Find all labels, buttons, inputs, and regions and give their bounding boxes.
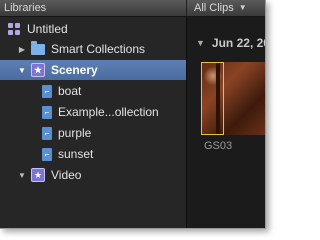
keyword-collection-icon: ⌐ xyxy=(42,105,52,119)
clip-filter-label: All Clips xyxy=(194,2,234,14)
sidebar-item-label: Smart Collections xyxy=(51,42,146,56)
sidebar-item-untitled[interactable]: Untitled xyxy=(0,19,186,39)
clip-name-label: GS03 xyxy=(204,140,233,152)
date-group-header[interactable]: ▼ Jun 22, 20 xyxy=(196,36,266,50)
sidebar-item-label: Video xyxy=(51,168,82,182)
sidebar-item-video[interactable]: ▼ ★ Video xyxy=(0,165,186,185)
sidebar-item-label: sunset xyxy=(58,147,94,161)
clip-filter-dropdown[interactable]: All Clips ▼ xyxy=(194,1,247,15)
sidebar-item-boat[interactable]: ⌐ boat xyxy=(0,81,186,101)
keyword-collection-icon: ⌐ xyxy=(42,147,52,161)
libraries-title: Libraries xyxy=(4,2,47,14)
disclosure-triangle-right-icon[interactable]: ▶ xyxy=(18,44,26,54)
sidebar-item-example-collection[interactable]: ⌐ Example...ollection xyxy=(0,102,186,122)
date-group-label: Jun 22, 20 xyxy=(211,36,266,50)
folder-icon xyxy=(31,40,45,55)
library-icon xyxy=(8,22,21,36)
library-sidebar: Untitled ▶ Smart Collections ▼ ★ Scenery… xyxy=(0,17,186,228)
event-star-icon: ★ xyxy=(31,168,45,182)
sidebar-item-label: Untitled xyxy=(27,22,68,36)
event-star-icon: ★ xyxy=(31,63,45,77)
clip-selection-range[interactable] xyxy=(201,62,224,135)
header-divider xyxy=(186,0,187,16)
sidebar-item-label: purple xyxy=(58,126,92,140)
disclosure-triangle-down-icon[interactable]: ▼ xyxy=(196,38,205,48)
sidebar-item-purple[interactable]: ⌐ purple xyxy=(0,123,186,143)
sidebar-item-smart-collections[interactable]: ▶ Smart Collections xyxy=(0,39,186,59)
disclosure-triangle-down-icon[interactable]: ▼ xyxy=(18,65,26,75)
libraries-window: Libraries All Clips ▼ Untitled ▶ Smart C… xyxy=(0,0,266,229)
keyword-collection-icon: ⌐ xyxy=(42,126,52,140)
keyword-collection-icon: ⌐ xyxy=(42,84,52,98)
disclosure-triangle-down-icon[interactable]: ▼ xyxy=(18,170,26,180)
header-bar: Libraries All Clips ▼ xyxy=(0,0,265,17)
sidebar-item-scenery[interactable]: ▼ ★ Scenery xyxy=(0,60,186,80)
sidebar-item-label: Scenery xyxy=(51,63,98,77)
sidebar-item-label: Example...ollection xyxy=(58,105,159,119)
sidebar-item-label: boat xyxy=(58,84,82,98)
chevron-down-icon: ▼ xyxy=(238,3,247,12)
sidebar-item-sunset[interactable]: ⌐ sunset xyxy=(0,144,186,164)
